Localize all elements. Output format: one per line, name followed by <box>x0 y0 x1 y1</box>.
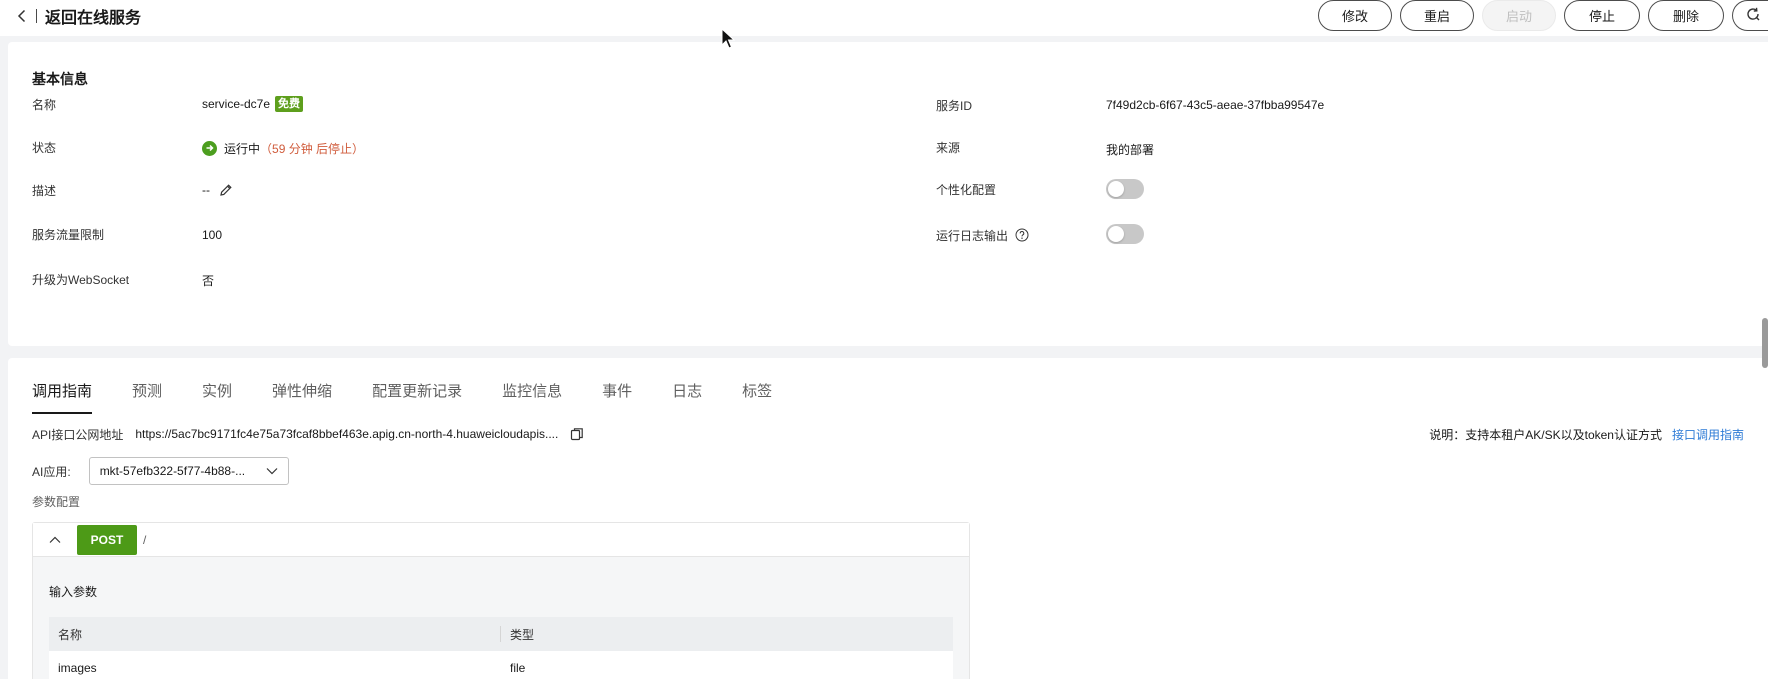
column-header-type: 类型 <box>510 627 535 642</box>
desc-row: 描述 <box>32 180 56 200</box>
back-arrow-icon[interactable] <box>14 6 30 26</box>
name-label: 名称 <box>32 97 57 112</box>
api-address-url: https://5ac7bc9171fc4e75a73fcaf8bbef463e… <box>135 427 559 441</box>
websocket-row: 升级为WebSocket <box>32 269 129 289</box>
custom-config-row: 个性化配置 <box>936 179 996 199</box>
auth-note: 说明：支持本租户AK/SK以及token认证方式 接口调用指南 <box>1429 424 1744 444</box>
detail-tabs: 调用指南 预测 实例 弹性伸缩 配置更新记录 监控信息 事件 日志 标签 <box>32 382 812 414</box>
chevron-down-icon <box>266 464 278 478</box>
source-label: 来源 <box>936 140 961 155</box>
ai-app-select[interactable]: mkt-57efb322-5f77-4b88-... <box>88 457 289 485</box>
top-header: 返回在线服务 修改 重启 启动 停止 删除 <box>0 0 1768 36</box>
flow-limit-label: 服务流量限制 <box>32 227 105 242</box>
free-badge: 免费 <box>275 96 304 112</box>
refresh-button[interactable] <box>1732 0 1768 31</box>
api-guide-link[interactable]: 接口调用指南 <box>1672 426 1744 443</box>
table-row: images file <box>49 651 953 679</box>
name-value-row: service-dc7e 免费 <box>202 94 304 114</box>
run-log-toggle-row <box>1106 224 1144 244</box>
run-log-label: 运行日志输出 <box>936 228 1009 243</box>
tab-tags[interactable]: 标签 <box>742 382 772 414</box>
ai-app-row: AI应用: mkt-57efb322-5f77-4b88-... <box>32 457 289 485</box>
flow-limit-value: 100 <box>202 228 223 242</box>
flow-limit-row: 服务流量限制 <box>32 224 104 244</box>
tab-events[interactable]: 事件 <box>602 382 632 414</box>
custom-config-toggle-row <box>1106 179 1144 199</box>
page-scrollbar[interactable] <box>1762 318 1768 368</box>
status-remaining-time: （59 分钟 后停止） <box>260 141 365 156</box>
service-id-value-row: 7f49d2cb-6f67-43c5-aeae-37fbba99547e <box>1106 95 1324 115</box>
copy-icon[interactable] <box>570 427 584 441</box>
http-method-badge: POST <box>77 524 137 555</box>
endpoint-header: POST / <box>33 523 969 557</box>
help-question-icon[interactable] <box>1015 228 1029 242</box>
custom-config-label: 个性化配置 <box>936 182 997 197</box>
status-value-row: 运行中 （59 分钟 后停止） <box>202 138 364 158</box>
status-value: 运行中 <box>224 141 261 156</box>
tab-instances[interactable]: 实例 <box>202 382 232 414</box>
action-toolbar: 修改 重启 启动 停止 删除 <box>1318 0 1768 32</box>
run-log-toggle[interactable] <box>1106 224 1144 244</box>
source-row: 来源 <box>936 137 960 157</box>
service-id-row: 服务ID <box>936 95 972 115</box>
source-value: 我的部署 <box>1106 142 1155 157</box>
divider <box>36 9 37 23</box>
websocket-value-row: 否 <box>202 270 214 290</box>
section-title: 基本信息 <box>32 71 88 87</box>
chevron-up-icon[interactable] <box>33 536 77 544</box>
mouse-pointer-icon <box>721 27 736 53</box>
param-config-label: 参数配置 <box>32 495 81 509</box>
tab-autoscaling[interactable]: 弹性伸缩 <box>272 382 332 414</box>
description-value: -- <box>202 183 210 197</box>
websocket-label: 升级为WebSocket <box>32 272 130 287</box>
ai-app-label: AI应用: <box>32 464 71 479</box>
tab-predict[interactable]: 预测 <box>132 382 162 414</box>
service-id-value: 7f49d2cb-6f67-43c5-aeae-37fbba99547e <box>1106 98 1325 112</box>
source-value-row: 我的部署 <box>1106 139 1154 159</box>
status-label: 状态 <box>32 140 57 155</box>
endpoint-body: 输入参数 名称 类型 images file <box>33 557 969 679</box>
auth-note-text: 说明：支持本租户AK/SK以及token认证方式 <box>1429 427 1662 442</box>
back-title[interactable]: 返回在线服务 <box>45 4 141 28</box>
ai-app-value: mkt-57efb322-5f77-4b88-... <box>99 464 246 478</box>
endpoint-path: / <box>143 532 147 547</box>
restart-button[interactable]: 重启 <box>1400 0 1474 31</box>
description-label: 描述 <box>32 183 57 198</box>
desc-value-row: -- <box>202 180 233 200</box>
start-button[interactable]: 启动 <box>1482 0 1556 31</box>
name-row: 名称 <box>32 94 202 114</box>
run-log-row: 运行日志输出 <box>936 225 1029 245</box>
refresh-icon <box>1745 6 1761 25</box>
api-address-label: API接口公网地址 <box>32 427 124 442</box>
api-address-row: API接口公网地址 https://5ac7bc9171fc4e75a73fca… <box>32 424 584 444</box>
tab-config-history[interactable]: 配置更新记录 <box>372 382 462 414</box>
input-params-label: 输入参数 <box>49 585 98 599</box>
back-navigation: 返回在线服务 <box>14 4 141 28</box>
basic-info-card: 基本信息 名称 service-dc7e 免费 状态 运行中 （59 分钟 后停… <box>8 42 1768 346</box>
custom-config-toggle[interactable] <box>1106 179 1144 199</box>
tab-logs[interactable]: 日志 <box>672 382 702 414</box>
stop-button[interactable]: 停止 <box>1564 0 1640 31</box>
tab-monitoring[interactable]: 监控信息 <box>502 382 562 414</box>
tab-call-guide[interactable]: 调用指南 <box>32 382 93 414</box>
call-guide-card: 调用指南 预测 实例 弹性伸缩 配置更新记录 监控信息 事件 日志 标签 API… <box>8 358 1768 679</box>
delete-button[interactable]: 删除 <box>1648 0 1724 31</box>
edit-pencil-icon[interactable] <box>219 183 233 197</box>
param-type-cell: file <box>510 661 526 675</box>
running-status-icon <box>202 140 217 156</box>
service-id-label: 服务ID <box>936 98 973 113</box>
status-row: 状态 <box>32 137 56 157</box>
flow-limit-value-row: 100 <box>202 225 222 245</box>
column-header-name: 名称 <box>49 626 501 642</box>
edit-button[interactable]: 修改 <box>1318 0 1392 31</box>
param-panel: POST / 输入参数 名称 类型 images file <box>32 522 970 679</box>
service-name: service-dc7e <box>202 97 271 111</box>
websocket-value: 否 <box>202 273 215 288</box>
param-name-cell: images <box>58 661 97 675</box>
params-table-header: 名称 类型 <box>49 617 953 651</box>
